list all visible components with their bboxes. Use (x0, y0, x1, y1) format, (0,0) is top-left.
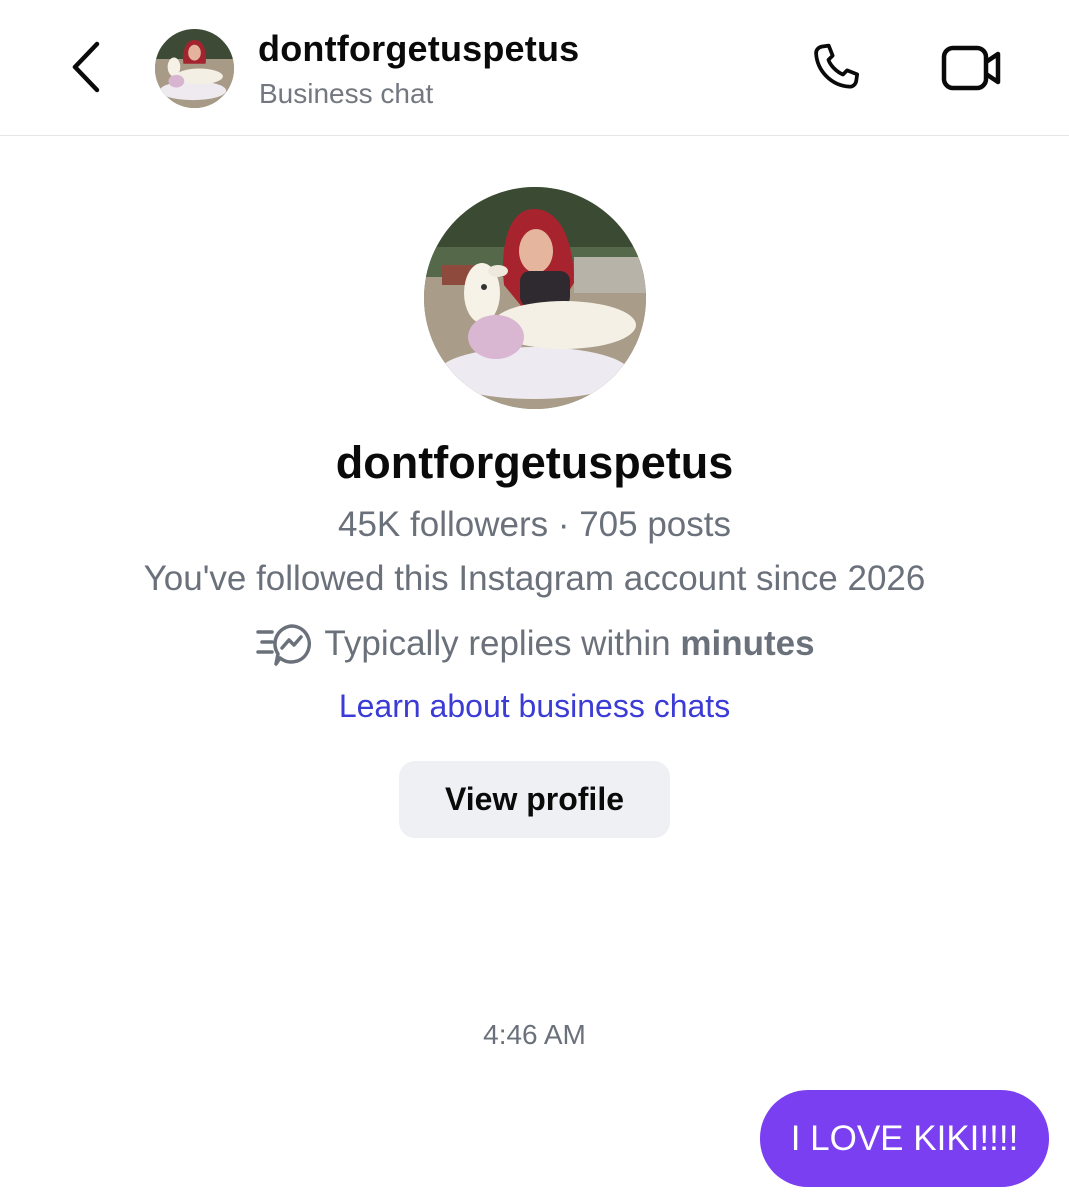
message-timestamp: 4:46 AM (483, 1019, 586, 1050)
video-call-button[interactable] (936, 36, 1008, 100)
reply-time-prefix: Typically replies within (324, 624, 681, 663)
header-username[interactable]: dontforgetuspetus (258, 28, 579, 70)
header-avatar[interactable] (155, 29, 234, 108)
learn-business-chats-link[interactable]: Learn about business chats (339, 688, 730, 724)
chevron-left-icon (72, 41, 100, 93)
video-camera-icon (941, 45, 1001, 91)
phone-icon (814, 43, 860, 89)
stats-separator: · (548, 505, 580, 544)
profile-photo (155, 29, 234, 108)
followers-count: 45K followers (338, 505, 549, 544)
profile-username: dontforgetuspetus (335, 437, 734, 488)
sent-message-bubble[interactable]: I LOVE KIKI!!!! (760, 1090, 1049, 1187)
chat-screen: dontforgetuspetus Business chat dontforg… (0, 0, 1069, 1200)
reply-time-info: Typically replies within minutes (0, 620, 1069, 668)
learn-business-chats-link-row: Learn about business chats (0, 688, 1069, 725)
reply-time-value: minutes (680, 624, 815, 663)
followed-since-text: You've followed this Instagram account s… (143, 559, 926, 598)
back-button[interactable] (58, 34, 116, 100)
header-subtitle: Business chat (259, 78, 434, 109)
fast-reply-icon (256, 624, 312, 666)
profile-stats: 45K followers · 705 posts (0, 505, 1069, 545)
call-button[interactable] (800, 36, 870, 100)
posts-count: 705 posts (579, 505, 731, 544)
chat-header: dontforgetuspetus Business chat (0, 0, 1069, 136)
profile-photo (424, 187, 646, 409)
profile-avatar[interactable] (424, 187, 646, 409)
view-profile-button[interactable]: View profile (399, 761, 670, 838)
